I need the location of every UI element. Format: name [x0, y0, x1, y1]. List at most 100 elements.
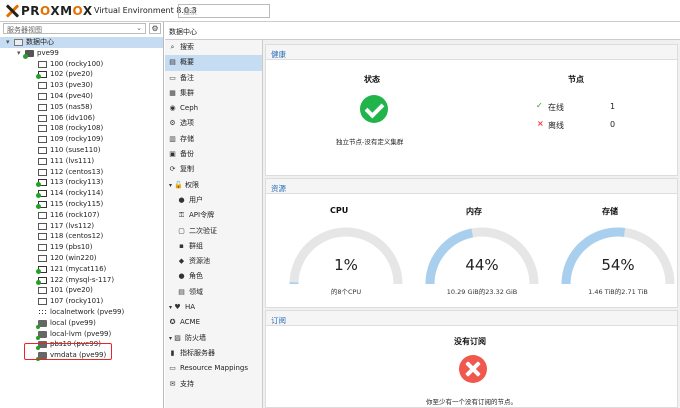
address-book-icon: ▤ — [178, 287, 185, 296]
tree-item-vm[interactable]: 110 (suse110) — [0, 145, 163, 156]
chevron-down-icon[interactable]: ▾ — [169, 300, 172, 315]
tree-item-node[interactable]: ▾ pve99 — [0, 48, 163, 59]
resources-section-title: 资源 — [271, 184, 286, 193]
tree-item-label: 108 (rocky108) — [50, 124, 104, 133]
menu-item-6[interactable]: ▥ 存储 — [165, 132, 262, 147]
replication-icon: ⟳ — [169, 165, 176, 174]
menu-item-label: 角色 — [189, 272, 203, 281]
tree-item-vm[interactable]: 122 (mysql-s-117) — [0, 275, 163, 286]
menu-item-8[interactable]: ⟳ 复制 — [165, 162, 262, 177]
tree-item-vm[interactable]: 106 (idv106) — [0, 113, 163, 124]
menu-item-9[interactable]: 🔓 ▾ 权限 — [165, 178, 262, 193]
vm-running-icon — [36, 190, 47, 199]
expand-toggle-icon[interactable]: ▾ — [6, 37, 10, 48]
offline-label: 离线 — [548, 121, 564, 130]
tree-item-vm[interactable]: 115 (rocky115) — [0, 199, 163, 210]
menu-item-10[interactable]: ● 用户 — [165, 193, 262, 208]
vm-stopped-icon — [38, 222, 47, 230]
logo-text: PROXMOX — [21, 4, 93, 18]
menu-item-7[interactable]: ▣ 备份 — [165, 147, 262, 162]
tree-item-vm[interactable]: 113 (rocky113) — [0, 177, 163, 188]
menu-item-18[interactable]: ✪ ACME — [165, 315, 262, 330]
proxmox-logo[interactable]: PROXMOX — [5, 3, 93, 19]
menu-item-16[interactable]: ▤ 领域 — [165, 285, 262, 300]
tree-item-label: 117 (lvs112) — [50, 221, 95, 230]
expand-toggle-icon[interactable]: ▾ — [17, 48, 21, 59]
menu-item-14[interactable]: ◆ 资源池 — [165, 254, 262, 269]
tree-item-vm[interactable]: 114 (rocky114) — [0, 188, 163, 199]
tree-item-label: 103 (pve30) — [50, 81, 93, 90]
menu-item-17[interactable]: ♥ ▾ HA — [165, 300, 262, 315]
vm-running-icon — [36, 200, 47, 209]
vm-stopped-icon — [38, 136, 47, 144]
menu-item-1[interactable]: ▤ 概要 — [165, 55, 262, 71]
menu-item-label: ACME — [180, 318, 201, 327]
tree-item-vm[interactable]: 103 (pve30) — [0, 80, 163, 91]
subscription-text: 你至少有一个没有订阅的节点。 — [426, 398, 517, 406]
tree-item-vm[interactable]: 120 (win220) — [0, 253, 163, 264]
tree-item-label: 114 (rocky114) — [50, 189, 104, 198]
tags-icon: ◆ — [178, 257, 185, 266]
tree-item-vm[interactable]: 116 (rock107) — [0, 210, 163, 221]
tree-item-network[interactable]: localnetwork (pve99) — [0, 307, 163, 318]
menu-item-5[interactable]: ⚙ 选项 — [165, 116, 262, 131]
logo-letters-3: XM — [50, 4, 73, 18]
menu-item-label: 支持 — [180, 379, 194, 388]
tree-item-vm[interactable]: 112 (centos13) — [0, 167, 163, 178]
folder-icon: ▭ — [169, 364, 176, 373]
menu-item-22[interactable]: ✉ 支持 — [165, 377, 262, 392]
menu-item-label: 存储 — [180, 134, 194, 143]
lock-icon: ▢ — [178, 226, 185, 235]
tree-item-vm[interactable]: 108 (rocky108) — [0, 123, 163, 134]
tree-item-label: local (pve99) — [50, 318, 96, 327]
tree-item-vm[interactable]: 100 (rocky100) — [0, 59, 163, 70]
tree-item-vm[interactable]: 117 (lvs112) — [0, 221, 163, 232]
vm-stopped-icon — [38, 146, 47, 154]
menu-item-0[interactable]: ⌕ 搜索 — [165, 40, 262, 55]
online-count: 1 — [610, 102, 616, 111]
view-selector[interactable]: 服务器视图 ⌄ — [3, 23, 146, 34]
menu-item-15[interactable]: ● 角色 — [165, 269, 262, 284]
view-selector-value: 服务器视图 — [7, 26, 42, 34]
menu-item-label: 概要 — [180, 58, 194, 67]
tree-settings-button[interactable]: ⚙ — [149, 23, 161, 34]
menu-item-21[interactable]: ▭ Resource Mappings — [165, 361, 262, 376]
tree-item-vm[interactable]: 109 (rocky109) — [0, 134, 163, 145]
server-icon — [23, 49, 34, 59]
health-panel: 状态 独立节点-没有定义集群 节点 ✓ 在线 1 × 离线 0 — [265, 60, 678, 176]
tree-item-vm[interactable]: 105 (nas58) — [0, 102, 163, 113]
vm-stopped-icon — [38, 82, 47, 90]
menu-item-12[interactable]: ▢ 二次验证 — [165, 224, 262, 239]
tree-item-vm[interactable]: 101 (pve20) — [0, 285, 163, 296]
menu-item-label: 权限 — [185, 180, 199, 189]
tree-item-label: 102 (pve20) — [50, 70, 93, 79]
menu-item-label: 二次验证 — [189, 226, 217, 235]
tree-item-vm[interactable]: 107 (rocky101) — [0, 296, 163, 307]
global-search-input[interactable]: 搜索 — [178, 4, 270, 18]
tree-item-vm[interactable]: 111 (lvs111) — [0, 156, 163, 167]
menu-item-13[interactable]: ▪ 群组 — [165, 239, 262, 254]
tree-item-vm[interactable]: 121 (mycat116) — [0, 264, 163, 275]
tree-item-vm[interactable]: 102 (pve20) — [0, 69, 163, 80]
tree-item-label: local-lvm (pve99) — [50, 329, 112, 338]
content-title: 数据中心 — [169, 28, 197, 36]
tree-item-vm[interactable]: 118 (centos12) — [0, 231, 163, 242]
menu-item-11[interactable]: ⚿ API令牌 — [165, 208, 262, 223]
chevron-down-icon[interactable]: ▾ — [169, 178, 172, 193]
menu-item-4[interactable]: ◉ Ceph — [165, 101, 262, 116]
tree-item-vm[interactable]: 104 (pve40) — [0, 91, 163, 102]
menu-item-19[interactable]: ▨ ▾ 防火墙 — [165, 331, 262, 346]
tree-item-storage[interactable]: local (pve99) — [0, 318, 163, 329]
menu-item-2[interactable]: ▭ 备注 — [165, 71, 262, 86]
tree-item-vm[interactable]: 119 (pbs10) — [0, 242, 163, 253]
offline-count: 0 — [610, 120, 616, 129]
tree-item-storage[interactable]: local-lvm (pve99) — [0, 329, 163, 340]
menu-item-label: 资源池 — [189, 257, 210, 266]
storage-detail: 1.46 TiB的2.71 TiB — [588, 288, 648, 296]
cluster-icon: ▦ — [169, 88, 176, 97]
tree-item-label: 122 (mysql-s-117) — [50, 275, 115, 284]
menu-item-20[interactable]: ▮ 指标服务器 — [165, 346, 262, 361]
chevron-down-icon[interactable]: ▾ — [169, 331, 172, 346]
menu-item-3[interactable]: ▦ 集群 — [165, 86, 262, 101]
tree-item-datacenter[interactable]: ▾ 数据中心 — [0, 37, 163, 48]
